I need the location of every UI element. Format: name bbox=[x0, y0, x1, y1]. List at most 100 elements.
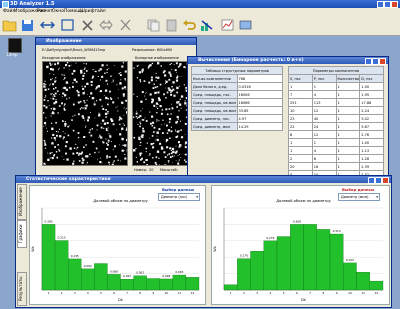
stats-maximize-button[interactable] bbox=[372, 58, 379, 65]
cell-count[interactable]: 1 bbox=[335, 82, 361, 91]
analyze-icon[interactable] bbox=[200, 18, 215, 32]
cell-area[interactable]: 10 bbox=[288, 106, 313, 115]
table-row[interactable]: 22 24 1 3.67 bbox=[288, 122, 384, 131]
table-row[interactable]: 1 1 1 1.00 bbox=[288, 138, 384, 147]
menu-calc[interactable]: Расчет bbox=[37, 9, 53, 14]
cell-count[interactable]: 1 bbox=[335, 138, 361, 147]
cell-diameter[interactable]: 1.00 bbox=[359, 82, 384, 91]
resize-icon[interactable] bbox=[40, 18, 55, 32]
cell-diameter[interactable]: 2.76 bbox=[359, 130, 384, 139]
cell-area[interactable]: 7 bbox=[288, 90, 313, 99]
cell-area[interactable]: 22 bbox=[288, 122, 313, 131]
col-header-count[interactable]: Количество bbox=[335, 74, 361, 83]
pore-speck bbox=[98, 112, 100, 114]
undo-icon[interactable] bbox=[182, 18, 197, 32]
table-row[interactable]: 23 40 1 3.02 bbox=[288, 114, 384, 123]
cell-perimeter[interactable]: 24 bbox=[311, 122, 337, 131]
table-row[interactable]: 8 12 1 2.76 bbox=[288, 130, 384, 139]
cell-count[interactable]: 1 bbox=[335, 162, 361, 171]
folder-open-icon[interactable] bbox=[2, 18, 17, 32]
close-button[interactable] bbox=[391, 1, 398, 8]
cell-perimeter[interactable]: 1 bbox=[311, 138, 337, 147]
cell-count[interactable]: 1 bbox=[335, 154, 361, 163]
cell-diameter[interactable]: 3.02 bbox=[359, 114, 384, 123]
cell-diameter[interactable]: 1.95 bbox=[359, 90, 384, 99]
cell-diameter[interactable]: 1.13 bbox=[359, 146, 384, 155]
image-thumbnail[interactable] bbox=[8, 38, 22, 53]
cell-count[interactable]: 1 bbox=[335, 130, 361, 139]
tab-results[interactable]: Результаты bbox=[17, 272, 27, 306]
cell-diameter[interactable]: 2.39 bbox=[359, 162, 384, 171]
source-image[interactable] bbox=[42, 61, 128, 166]
charts-maximize-button[interactable] bbox=[375, 177, 382, 184]
col-header-area[interactable]: S, пкс bbox=[288, 74, 313, 83]
cell-count[interactable]: 1 bbox=[335, 114, 361, 123]
cell-count[interactable]: 1 bbox=[335, 90, 361, 99]
cell-perimeter[interactable]: 113 bbox=[311, 98, 337, 107]
cell-area[interactable]: 2 bbox=[288, 154, 313, 163]
pore-speck bbox=[118, 72, 120, 75]
cell-perimeter[interactable]: 16 bbox=[311, 162, 337, 171]
table-row[interactable]: 251 113 1 17.88 bbox=[288, 98, 384, 107]
cell-diameter[interactable]: 3.67 bbox=[359, 122, 384, 131]
cell-perimeter[interactable]: 1 bbox=[311, 82, 337, 91]
cell-count[interactable]: 1 bbox=[335, 122, 361, 131]
col-header-diameter[interactable]: D, пкс bbox=[359, 74, 384, 83]
paste-icon[interactable] bbox=[164, 18, 179, 32]
cell-count[interactable]: 1 bbox=[335, 106, 361, 115]
pore-speck bbox=[62, 138, 64, 140]
col-header-perimeter[interactable]: P, пкс bbox=[311, 74, 337, 83]
pore-speck bbox=[52, 83, 55, 86]
maximize-button[interactable] bbox=[384, 1, 391, 8]
cell-diameter[interactable]: 17.88 bbox=[359, 98, 384, 107]
menu-window[interactable]: Окно bbox=[52, 9, 64, 14]
fit-icon[interactable] bbox=[60, 18, 75, 32]
table-row[interactable]: 10 12 1 2.24 bbox=[288, 106, 384, 115]
cell-diameter[interactable]: 2.24 bbox=[359, 106, 384, 115]
cell-count[interactable]: 1 bbox=[335, 98, 361, 107]
menu-fonts[interactable]: Шрифтайл bbox=[80, 9, 106, 14]
cell-area[interactable]: 23 bbox=[288, 114, 313, 123]
pore-speck bbox=[169, 63, 171, 66]
tab-image[interactable]: Изображение bbox=[17, 184, 27, 220]
cell-area[interactable]: 251 bbox=[288, 98, 313, 107]
cell-area[interactable]: 20 bbox=[288, 162, 313, 171]
charts-minimize-button[interactable] bbox=[368, 177, 375, 184]
structure-label: Сред. площадь, кв.мкм bbox=[191, 98, 238, 107]
minimize-button[interactable] bbox=[377, 1, 384, 8]
cell-area[interactable]: 1 bbox=[288, 146, 313, 155]
cell-perimeter[interactable]: 12 bbox=[311, 130, 337, 139]
cell-diameter[interactable]: 1.28 bbox=[359, 154, 384, 163]
table-row[interactable]: 2 6 1 1.28 bbox=[288, 154, 384, 163]
copy-icon[interactable] bbox=[146, 18, 161, 32]
cell-diameter[interactable]: 1.00 bbox=[359, 138, 384, 147]
move-icon[interactable] bbox=[98, 18, 113, 32]
table-row[interactable]: 1 1 1 1.00 bbox=[288, 82, 384, 91]
cell-perimeter[interactable]: 4 bbox=[311, 146, 337, 155]
settings-icon[interactable] bbox=[238, 18, 253, 32]
cell-perimeter[interactable]: 4 bbox=[311, 90, 337, 99]
pore-speck bbox=[85, 163, 87, 165]
cell-area[interactable]: 1 bbox=[288, 82, 313, 91]
cell-count[interactable]: 1 bbox=[335, 146, 361, 155]
chart-export-icon[interactable] bbox=[220, 18, 235, 32]
cell-area[interactable]: 1 bbox=[288, 138, 313, 147]
delete-icon[interactable] bbox=[80, 18, 95, 32]
pore-speck bbox=[180, 76, 182, 77]
table-row[interactable]: 1411.13 bbox=[288, 146, 384, 155]
stats-minimize-button[interactable] bbox=[365, 58, 372, 65]
table-row[interactable]: 20 16 1 2.39 bbox=[288, 162, 384, 171]
stats-close-button[interactable] bbox=[379, 58, 386, 65]
save-icon[interactable] bbox=[20, 18, 35, 32]
cell-perimeter[interactable]: 12 bbox=[311, 106, 337, 115]
binary-image[interactable] bbox=[132, 61, 192, 166]
tab-charts[interactable]: Графики bbox=[17, 220, 27, 248]
flip-icon[interactable] bbox=[118, 18, 133, 32]
table-row[interactable]: 7 4 1 1.95 bbox=[288, 90, 384, 99]
pore-speck bbox=[157, 97, 160, 100]
pore-speck bbox=[101, 105, 103, 107]
cell-perimeter[interactable]: 6 bbox=[311, 154, 337, 163]
cell-area[interactable]: 8 bbox=[288, 130, 313, 139]
cell-perimeter[interactable]: 40 bbox=[311, 114, 337, 123]
charts-close-button[interactable] bbox=[382, 177, 389, 184]
